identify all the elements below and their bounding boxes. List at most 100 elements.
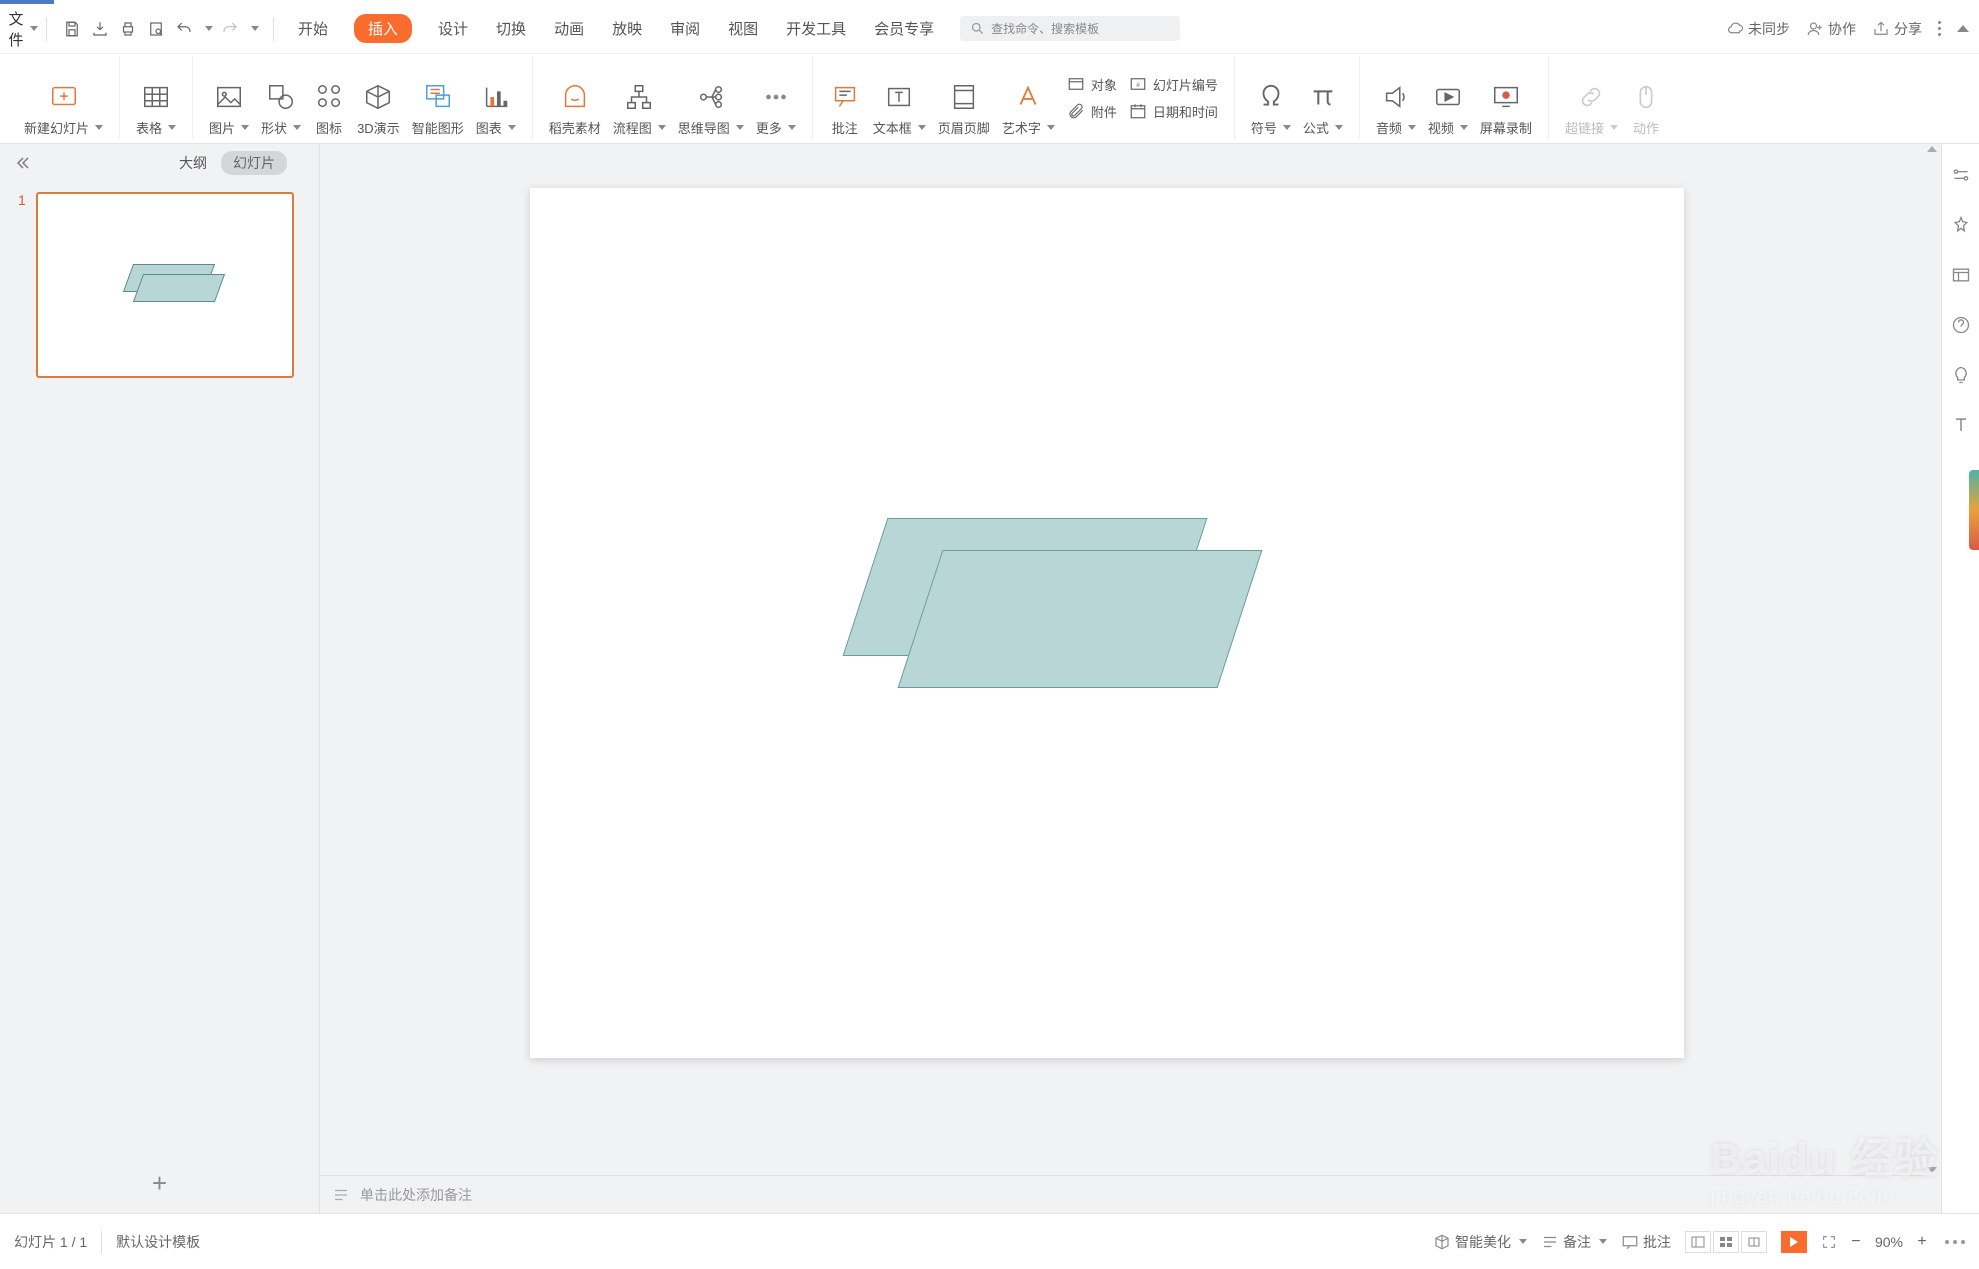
screenrec-label: 屏幕录制: [1480, 118, 1532, 137]
annotate-button[interactable]: 批注: [823, 78, 867, 139]
play-icon: [1790, 1237, 1798, 1247]
zoom-out[interactable]: −: [1847, 1233, 1865, 1251]
scroll-up-icon[interactable]: [1927, 146, 1937, 152]
flowchart-button[interactable]: 流程图: [607, 78, 672, 139]
table-button[interactable]: 表格: [130, 78, 182, 139]
mindmap-button[interactable]: 思维导图: [672, 78, 750, 139]
tab-slideshow[interactable]: 放映: [610, 14, 644, 43]
headerfooter-button[interactable]: 页眉页脚: [932, 78, 996, 139]
tab-outline[interactable]: 大纲: [179, 153, 207, 173]
video-button[interactable]: 视频: [1422, 78, 1474, 139]
scroll-down-icon[interactable]: [1927, 1167, 1937, 1173]
search-box[interactable]: 查找命令、搜索模板: [960, 16, 1180, 41]
workspace: 大纲 幻灯片 1 + 单击此处添加备注: [0, 144, 1941, 1213]
audio-button[interactable]: 音频: [1370, 78, 1422, 139]
view-buttons: [1685, 1231, 1767, 1253]
notes-small-icon: [1541, 1233, 1559, 1251]
tab-insert[interactable]: 插入: [354, 14, 412, 43]
comments-toggle[interactable]: 批注: [1621, 1232, 1671, 1252]
more-menu-icon[interactable]: [1938, 21, 1941, 36]
slideshow-play[interactable]: [1781, 1231, 1807, 1253]
attach-button[interactable]: 附件: [1067, 102, 1117, 121]
top-right-actions: 未同步 协作 分享: [1726, 19, 1969, 39]
rail-bulb-icon[interactable]: [1950, 364, 1972, 386]
screenrec-button[interactable]: 屏幕录制: [1474, 78, 1538, 139]
search-placeholder: 查找命令、搜索模板: [991, 20, 1099, 37]
view-sorter[interactable]: [1713, 1231, 1739, 1253]
add-slide-button[interactable]: +: [152, 1168, 167, 1199]
tab-start[interactable]: 开始: [296, 14, 330, 43]
action-button[interactable]: 动作: [1624, 78, 1668, 139]
tab-view[interactable]: 视图: [726, 14, 760, 43]
zoom-level: 90%: [1875, 1234, 1903, 1250]
undo-icon[interactable]: [173, 18, 195, 40]
rail-text-icon[interactable]: [1950, 414, 1972, 436]
tab-slides[interactable]: 幻灯片: [221, 151, 287, 175]
object-button[interactable]: 对象: [1067, 75, 1117, 94]
hyperlink-button[interactable]: 超链接: [1559, 78, 1624, 139]
picture-button[interactable]: 图片: [203, 78, 255, 139]
collab-button[interactable]: 协作: [1806, 19, 1856, 39]
shape-button[interactable]: 形状: [255, 78, 307, 139]
cube-small-icon: [1433, 1233, 1451, 1251]
threeD-button[interactable]: 3D演示: [351, 78, 406, 139]
thumb-shape: [133, 274, 225, 302]
wordart-button[interactable]: 艺术字: [996, 78, 1061, 139]
tab-member[interactable]: 会员专享: [872, 14, 936, 43]
tab-review[interactable]: 审阅: [668, 14, 702, 43]
print-preview-icon[interactable]: [145, 18, 167, 40]
print-icon[interactable]: [117, 18, 139, 40]
chart-button[interactable]: 图表: [470, 78, 522, 139]
symbol-button[interactable]: 符号: [1245, 78, 1297, 139]
slidenum-button[interactable]: #幻灯片编号: [1129, 75, 1218, 94]
view-normal[interactable]: [1685, 1231, 1711, 1253]
file-label: 文件: [9, 8, 24, 50]
rail-template-icon[interactable]: [1950, 264, 1972, 286]
rail-help-icon[interactable]: [1950, 314, 1972, 336]
zoom-in[interactable]: +: [1913, 1233, 1931, 1251]
flowchart-icon: [624, 80, 654, 114]
status-more-icon[interactable]: [1945, 1240, 1965, 1244]
canvas-area[interactable]: 单击此处添加备注: [320, 144, 1941, 1213]
tab-animation[interactable]: 动画: [552, 14, 586, 43]
datetime-button[interactable]: 日期和时间: [1129, 102, 1218, 121]
slide-thumbnail-1[interactable]: [36, 192, 294, 378]
rail-color-tab[interactable]: [1969, 470, 1979, 550]
parallelogram-shape-front[interactable]: [898, 550, 1263, 688]
sync-status[interactable]: 未同步: [1726, 19, 1790, 39]
slide-canvas[interactable]: [530, 188, 1684, 1058]
object-label: 对象: [1091, 75, 1117, 94]
icon-button[interactable]: 图标: [307, 78, 351, 139]
docer-button[interactable]: 稻壳素材: [543, 78, 607, 139]
notes-bar[interactable]: 单击此处添加备注: [320, 1175, 1923, 1213]
collapse-ribbon-icon[interactable]: [1957, 25, 1969, 32]
beautify-button[interactable]: 智能美化: [1433, 1232, 1527, 1252]
chevron-down-icon[interactable]: [251, 26, 259, 31]
redo-icon[interactable]: [219, 18, 241, 40]
tab-transition[interactable]: 切换: [494, 14, 528, 43]
save-icon[interactable]: [61, 18, 83, 40]
textbox-button[interactable]: 文本框: [867, 78, 932, 139]
smartart-button[interactable]: 智能图形: [406, 78, 470, 139]
new-slide-button[interactable]: 新建幻灯片: [18, 78, 109, 139]
formula-button[interactable]: 公式: [1297, 78, 1349, 139]
vertical-scrollbar[interactable]: [1923, 144, 1941, 1175]
export-icon[interactable]: [89, 18, 111, 40]
undo-dropdown-icon[interactable]: [205, 26, 213, 31]
view-reading[interactable]: [1741, 1231, 1767, 1253]
file-menu[interactable]: 文件: [10, 18, 32, 40]
omega-icon: [1256, 80, 1286, 114]
calendar-icon: [1129, 102, 1147, 120]
tab-devtools[interactable]: 开发工具: [784, 14, 848, 43]
right-rail: [1941, 144, 1979, 1213]
new-slide-icon: [49, 80, 79, 114]
share-button[interactable]: 分享: [1872, 19, 1922, 39]
rail-settings-icon[interactable]: [1950, 164, 1972, 186]
rail-magic-icon[interactable]: [1950, 214, 1972, 236]
fit-icon[interactable]: [1821, 1234, 1837, 1250]
tab-design[interactable]: 设计: [436, 14, 470, 43]
notes-toggle[interactable]: 备注: [1541, 1232, 1607, 1252]
more-button[interactable]: 更多: [750, 78, 802, 139]
new-slide-label: 新建幻灯片: [24, 118, 89, 137]
collapse-pane-icon[interactable]: [14, 155, 30, 171]
